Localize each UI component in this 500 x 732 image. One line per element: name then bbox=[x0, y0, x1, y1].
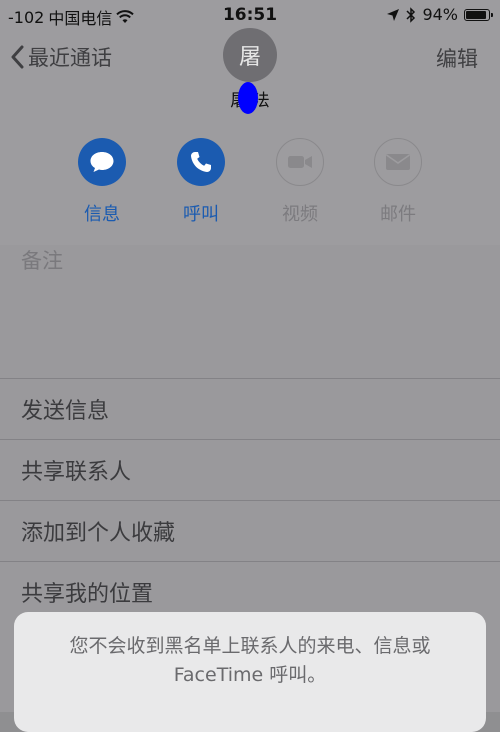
call-action-label: 呼叫 bbox=[183, 204, 219, 225]
send-message-item[interactable]: 发送信息 bbox=[0, 378, 500, 439]
call-action-button[interactable]: 呼叫 bbox=[156, 138, 246, 226]
message-action-label: 信息 bbox=[84, 204, 120, 225]
contact-actions: 信息 呼叫 视频 邮件 bbox=[0, 138, 500, 228]
mail-action-button[interactable]: 邮件 bbox=[353, 138, 443, 226]
contact-detail-screen: -102 中国电信 16:51 94% 最近通话 编辑 屠 法 信息 呼叫 视频… bbox=[0, 0, 500, 732]
edit-button[interactable]: 编辑 bbox=[436, 43, 478, 73]
add-to-favorites-item[interactable]: 添加到个人收藏 bbox=[0, 500, 500, 561]
location-arrow-icon bbox=[387, 8, 400, 21]
chevron-left-icon bbox=[11, 45, 24, 69]
share-contact-item[interactable]: 共享联系人 bbox=[0, 439, 500, 500]
video-icon bbox=[276, 138, 324, 186]
message-icon bbox=[78, 138, 126, 186]
redaction-mark bbox=[238, 82, 258, 114]
battery-icon bbox=[464, 8, 493, 21]
status-bar: -102 中国电信 16:51 94% bbox=[0, 0, 500, 30]
block-alert-sheet: 您不会收到黑名单上联系人的来电、信息或 FaceTime 呼叫。 bbox=[14, 612, 486, 732]
status-right: 94% bbox=[386, 5, 493, 24]
back-button[interactable]: 最近通话 bbox=[10, 42, 112, 72]
mail-action-label: 邮件 bbox=[380, 204, 416, 225]
message-action-button[interactable]: 信息 bbox=[57, 138, 147, 226]
mail-icon bbox=[374, 138, 422, 186]
video-action-label: 视频 bbox=[282, 204, 318, 225]
battery-percent: 94% bbox=[422, 5, 458, 24]
video-action-button[interactable]: 视频 bbox=[255, 138, 345, 226]
avatar: 屠 bbox=[223, 28, 277, 82]
bluetooth-icon bbox=[406, 6, 416, 23]
battery-fill bbox=[466, 10, 486, 19]
notes-label[interactable]: 备注 bbox=[21, 245, 63, 275]
back-label: 最近通话 bbox=[28, 46, 112, 70]
phone-icon bbox=[177, 138, 225, 186]
block-alert-message: 您不会收到黑名单上联系人的来电、信息或 FaceTime 呼叫。 bbox=[69, 635, 431, 686]
contact-menu-list: 发送信息 共享联系人 添加到个人收藏 共享我的位置 bbox=[0, 378, 500, 622]
